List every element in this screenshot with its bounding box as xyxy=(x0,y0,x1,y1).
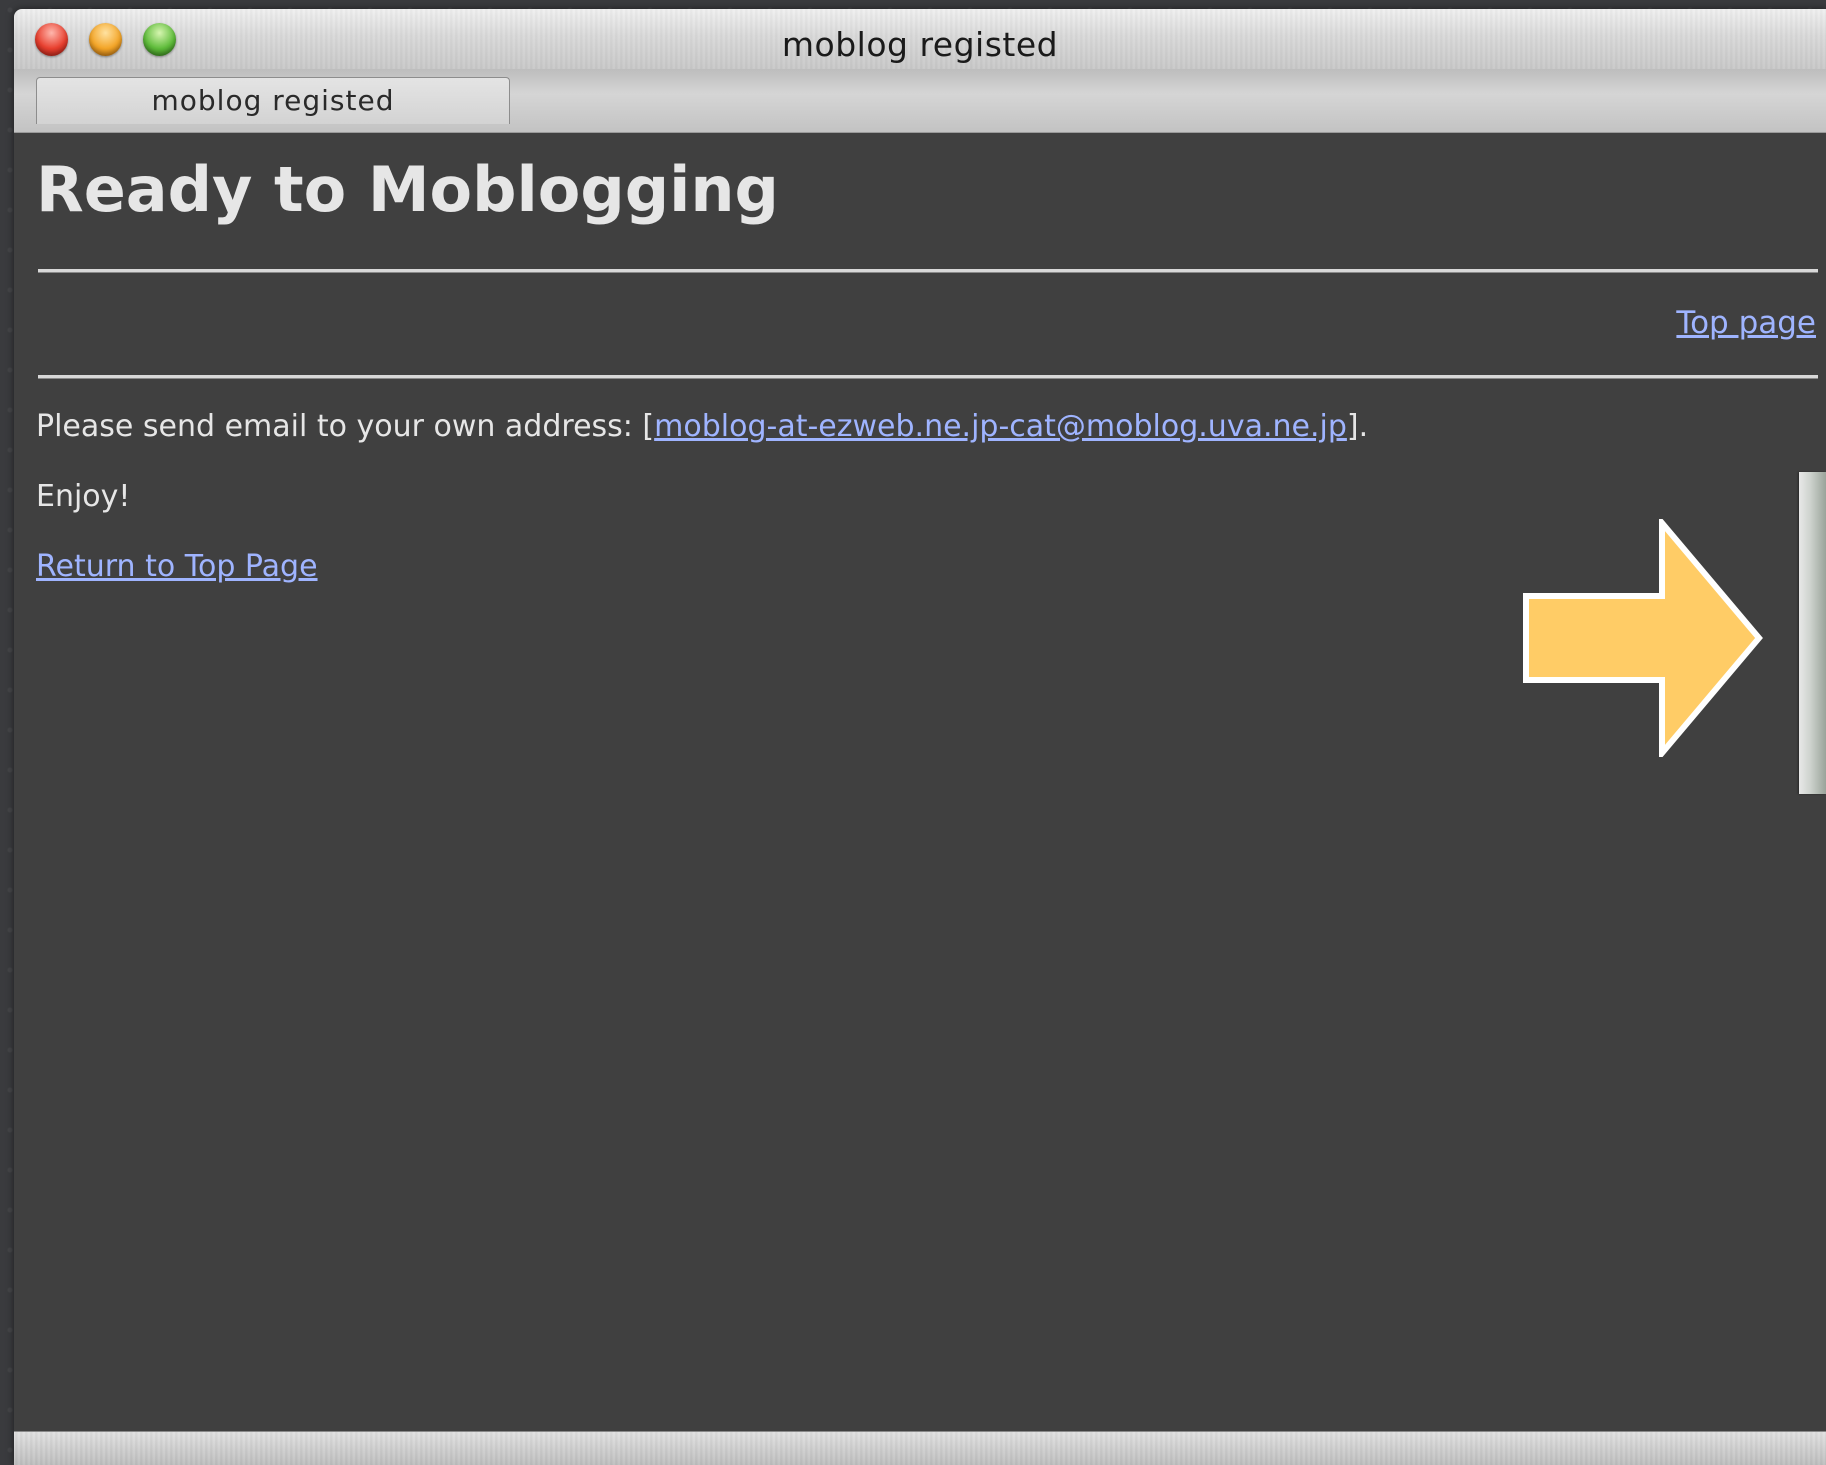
divider-bottom xyxy=(38,375,1818,379)
tab-bar: moblog registed xyxy=(14,69,1826,133)
tab-moblog-registed[interactable]: moblog registed xyxy=(36,77,510,124)
instruction-text: Please send email to your own address: [… xyxy=(36,409,1368,444)
title-bar[interactable]: moblog registed xyxy=(14,9,1826,69)
photo-thumbnail xyxy=(1799,472,1826,794)
right-arrow-icon xyxy=(1523,519,1763,757)
top-page-link[interactable]: Top page xyxy=(1676,305,1816,341)
window-title: moblog registed xyxy=(781,25,1059,64)
enjoy-text: Enjoy! xyxy=(36,479,131,514)
page-content: Ready to Moblogging Top page Please send… xyxy=(14,133,1826,1441)
browser-window: moblog registed moblog registed Ready to… xyxy=(14,9,1826,1465)
divider-top xyxy=(38,269,1818,273)
return-paragraph: Return to Top Page xyxy=(36,549,318,584)
page-heading: Ready to Moblogging xyxy=(36,153,779,226)
instruction-suffix: ]. xyxy=(1346,409,1369,444)
status-bar xyxy=(14,1431,1826,1465)
instruction-prefix: Please send email to your own address: [ xyxy=(36,409,655,444)
return-to-top-link[interactable]: Return to Top Page xyxy=(36,549,318,584)
email-address-link[interactable]: moblog-at-ezweb.ne.jp-cat@moblog.uva.ne.… xyxy=(654,409,1347,444)
